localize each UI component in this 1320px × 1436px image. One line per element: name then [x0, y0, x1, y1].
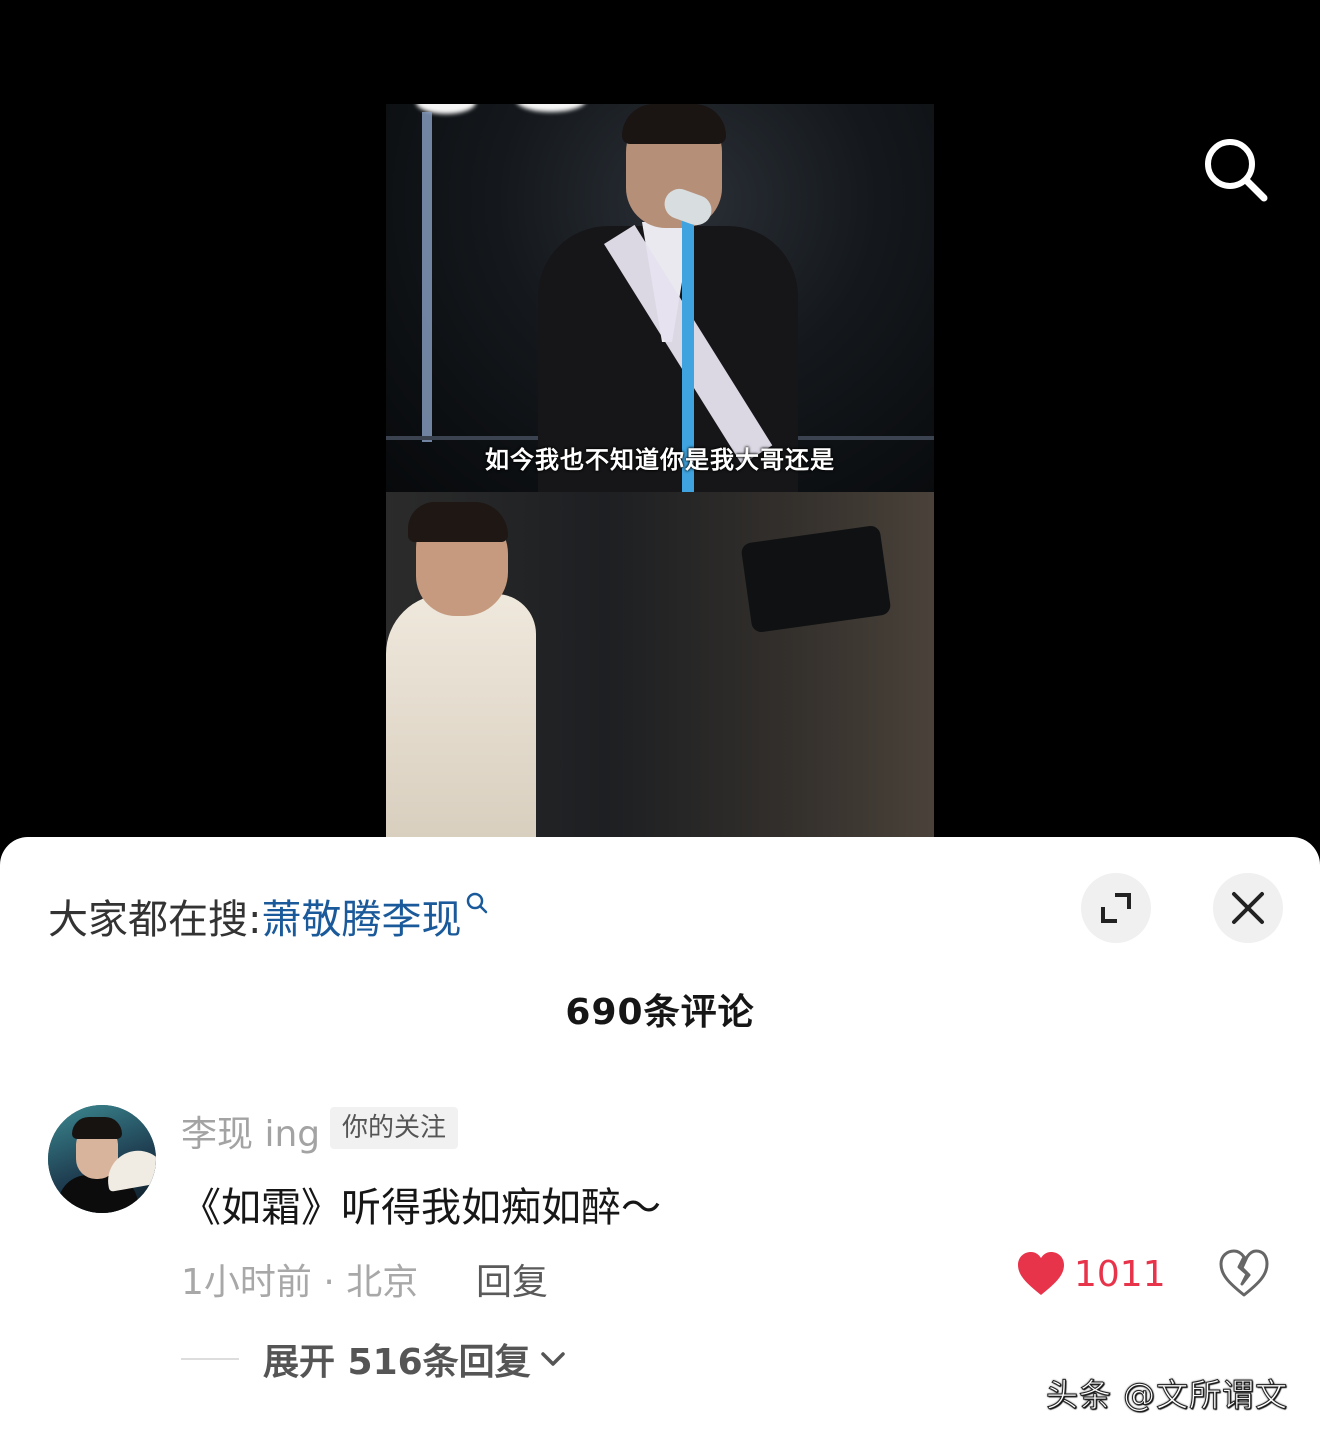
hot-search-banner[interactable]: 大家都在搜: 萧敬腾李现: [48, 887, 489, 945]
listener-figure: [386, 594, 536, 837]
expand-replies-button[interactable]: 展开 516条回复: [181, 1333, 567, 1385]
broken-heart-icon: [1219, 1249, 1269, 1297]
camera: [740, 524, 892, 634]
dislike-button[interactable]: [1218, 1249, 1270, 1303]
hot-search-prefix: 大家都在搜:: [48, 897, 262, 943]
fullscreen-button[interactable]: [1081, 873, 1151, 943]
search-icon: [1205, 139, 1268, 202]
close-button[interactable]: [1213, 873, 1283, 943]
avatar[interactable]: [48, 1105, 156, 1213]
video-top-scene: 如今我也不知道你是我大哥还是: [386, 104, 934, 492]
hot-search-keyword[interactable]: 萧敬腾李现: [261, 887, 461, 945]
listener-hair: [408, 502, 508, 542]
like-count: 1011: [1074, 1253, 1166, 1295]
expand-icon: [1101, 893, 1131, 923]
video-subtitle: 如今我也不知道你是我大哥还是: [485, 446, 835, 474]
reply-button[interactable]: 回复: [476, 1253, 548, 1305]
comment-meta: 1小时前 · 北京: [181, 1262, 419, 1303]
like-button[interactable]: 1011: [1016, 1251, 1166, 1297]
watermark: 头条 @文所谓文: [1045, 1376, 1289, 1415]
comment-text: 《如霜》听得我如痴如醉～: [181, 1185, 661, 1231]
comment-count: 690条评论: [565, 992, 755, 1033]
divider: [181, 1358, 239, 1360]
heart-icon: [1018, 1252, 1064, 1295]
expand-replies-label: 展开 516条回复: [263, 1342, 531, 1383]
stage-pole: [422, 112, 432, 442]
search-icon: [465, 879, 489, 925]
video-player[interactable]: 如今我也不知道你是我大哥还是: [0, 0, 1320, 845]
following-badge: 你的关注: [330, 1107, 459, 1149]
video-frame[interactable]: 如今我也不知道你是我大哥还是: [386, 104, 934, 837]
comment-sheet: 大家都在搜: 萧敬腾李现 690条评论 李现 ing 你的关注 《如霜》听得我如…: [0, 837, 1320, 1436]
comment-item: 李现 ing 你的关注 《如霜》听得我如痴如醉～ 1小时前 · 北京 回复 10…: [0, 1105, 1320, 1405]
close-icon: [1232, 892, 1264, 924]
chevron-down-icon: [540, 1352, 565, 1366]
stage-light: [516, 104, 586, 112]
singer-hair: [622, 104, 726, 144]
comment-username[interactable]: 李现 ing: [181, 1105, 320, 1157]
search-button[interactable]: [1196, 130, 1276, 210]
